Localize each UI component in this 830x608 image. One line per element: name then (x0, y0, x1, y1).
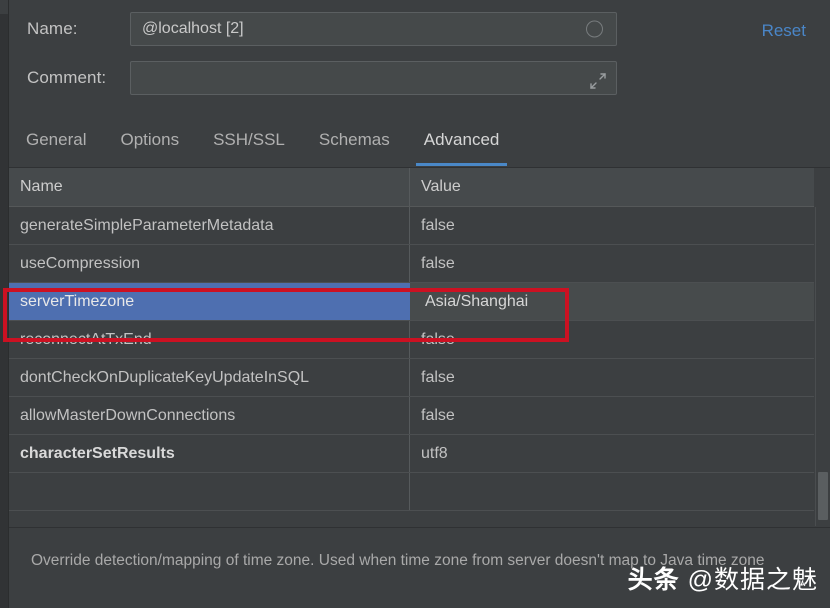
table-row[interactable]: allowMasterDownConnections false (9, 397, 814, 435)
row-value[interactable] (410, 473, 814, 510)
name-input-value: @localhost [2] (142, 20, 244, 37)
name-label: Name: (27, 19, 78, 38)
row-value[interactable]: false (410, 207, 814, 244)
expand-icon[interactable] (588, 71, 608, 91)
row-name[interactable]: reconnectAtTxEnd (9, 321, 410, 358)
row-value[interactable]: false (410, 397, 814, 434)
watermark-brand: 头条 (627, 566, 680, 594)
row-value[interactable]: false (410, 321, 814, 358)
scrollbar-thumb[interactable] (818, 472, 828, 520)
row-name[interactable]: allowMasterDownConnections (9, 397, 410, 434)
settings-tabs: General Options SSH/SSL Schemas Advanced (9, 122, 830, 168)
column-header-name[interactable]: Name (9, 168, 410, 206)
tab-advanced[interactable]: Advanced (407, 122, 517, 166)
tab-ssh-ssl-label: SSH/SSL (213, 130, 285, 149)
row-name[interactable]: characterSetResults (9, 435, 410, 472)
name-field-row: Name: @localhost [2] (9, 12, 617, 46)
tab-schemas-label: Schemas (318, 130, 390, 149)
left-gutter-top-cap (0, 0, 8, 14)
row-name[interactable] (9, 473, 410, 510)
watermark-handle: @数据之魅 (687, 566, 818, 594)
table-row[interactable] (9, 473, 814, 511)
row-name[interactable]: serverTimezone (9, 283, 410, 320)
row-name[interactable]: generateSimpleParameterMetadata (9, 207, 410, 244)
table-header-row: Name Value (9, 168, 814, 207)
tab-general-label: General (26, 130, 87, 149)
row-value[interactable]: false (410, 359, 814, 396)
row-name[interactable]: useCompression (9, 245, 410, 282)
row-value-editing[interactable]: Asia/Shanghai (410, 283, 814, 320)
tab-options-label: Options (120, 130, 180, 149)
left-gutter-strip (0, 0, 9, 608)
active-tab-underline (415, 163, 508, 166)
row-value[interactable]: utf8 (410, 435, 814, 472)
comment-field-row: Comment: (9, 61, 617, 95)
circle-icon[interactable] (586, 20, 603, 38)
tab-general[interactable]: General (9, 122, 103, 166)
table-row[interactable]: generateSimpleParameterMetadata false (9, 207, 814, 245)
table-row-selected[interactable]: serverTimezone Asia/Shanghai (9, 283, 814, 321)
properties-table: Name Value generateSimpleParameterMetada… (9, 168, 830, 526)
comment-label: Comment: (27, 68, 107, 87)
row-value[interactable]: false (410, 245, 814, 282)
properties-table-body: Name Value generateSimpleParameterMetada… (9, 168, 814, 511)
comment-input[interactable] (130, 61, 617, 95)
row-name[interactable]: dontCheckOnDuplicateKeyUpdateInSQL (9, 359, 410, 396)
table-row[interactable]: useCompression false (9, 245, 814, 283)
table-row[interactable]: reconnectAtTxEnd false (9, 321, 814, 359)
name-input[interactable]: @localhost [2] (130, 12, 617, 46)
tab-schemas[interactable]: Schemas (302, 122, 407, 166)
column-header-value[interactable]: Value (410, 168, 814, 206)
connection-form: Name: @localhost [2] Comment: Reset (9, 0, 830, 118)
tab-options[interactable]: Options (103, 122, 196, 166)
vertical-scrollbar[interactable] (815, 207, 830, 526)
connection-settings-dialog: Name: @localhost [2] Comment: Reset Gene… (0, 0, 830, 608)
table-row-modified[interactable]: characterSetResults utf8 (9, 435, 814, 473)
tab-advanced-label: Advanced (423, 130, 500, 149)
table-row[interactable]: dontCheckOnDuplicateKeyUpdateInSQL false (9, 359, 814, 397)
tab-ssh-ssl[interactable]: SSH/SSL (196, 122, 302, 166)
watermark: 头条 @数据之魅 (628, 560, 818, 596)
reset-button[interactable]: Reset (762, 21, 806, 41)
